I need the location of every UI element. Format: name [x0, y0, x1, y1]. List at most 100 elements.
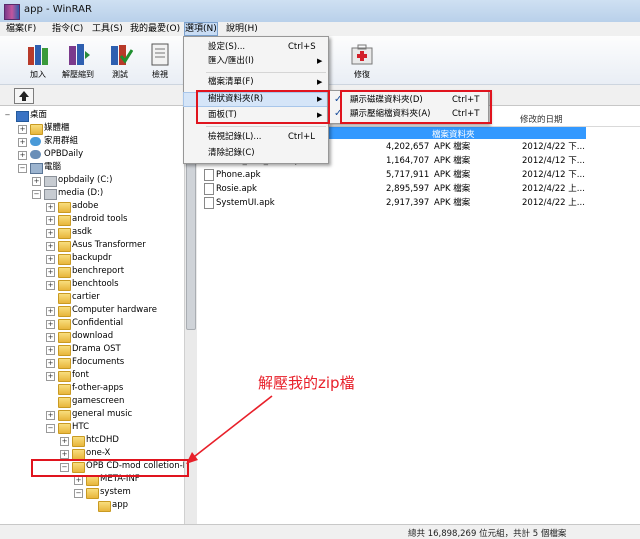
menu-item-settings[interactable]: 設定(S)... Ctrl+S: [184, 41, 328, 54]
library-icon: [30, 124, 43, 135]
folder-icon: [86, 488, 99, 499]
tree-expand-icon: +: [46, 411, 55, 420]
up-arrow-icon: [19, 91, 29, 101]
tree-expand-icon: +: [18, 151, 27, 160]
repair-button-label: 修復: [354, 70, 370, 79]
tree-expand-icon: +: [46, 307, 55, 316]
tree-expand-icon: +: [46, 242, 55, 251]
books-extract-icon: [65, 41, 91, 67]
tree-expand-icon: +: [18, 125, 27, 134]
view-button-label: 檢視: [152, 70, 168, 79]
drive-icon: [44, 189, 57, 200]
folder-icon: [58, 267, 71, 278]
tree-expand-icon: +: [46, 255, 55, 264]
tree-expand-icon: +: [46, 333, 55, 342]
book-view-icon: [147, 41, 173, 67]
drive-icon: [44, 176, 57, 187]
folder-icon: [58, 306, 71, 317]
folder-icon: [58, 293, 71, 304]
tree-expand-icon: +: [46, 216, 55, 225]
folder-icon: [98, 501, 111, 512]
folder-icon: [58, 241, 71, 252]
highlight-box-menu: [196, 90, 330, 124]
menu-item-import-export[interactable]: 匯入/匯出(I) ▶: [184, 55, 328, 68]
folder-icon: [58, 410, 71, 421]
extract-to-button-label: 解壓縮到: [62, 70, 94, 79]
tree-collapse-icon: −: [18, 164, 27, 173]
menu-item-view-log[interactable]: 檢視記錄(L)... Ctrl+L: [184, 131, 328, 144]
table-row[interactable]: Rosie.apk 2,895,597 APK 檔案 2012/4/22 上..…: [200, 183, 640, 196]
tree-expand-icon: +: [60, 437, 69, 446]
menu-help[interactable]: 說明(H): [226, 23, 258, 35]
add-button[interactable]: 加入: [16, 39, 60, 81]
folder-icon: [58, 280, 71, 291]
tree-expand-icon: +: [46, 229, 55, 238]
tree-expand-icon: +: [32, 177, 41, 186]
menu-file[interactable]: 檔案(F): [6, 23, 36, 35]
table-row[interactable]: SystemUI.apk 2,917,397 APK 檔案 2012/4/22 …: [200, 197, 640, 210]
folder-icon: [72, 436, 85, 447]
folder-icon: [58, 345, 71, 356]
submenu-arrow-icon: ▶: [317, 57, 323, 65]
annotation-arrow-icon: [186, 395, 273, 464]
tree-expand-icon: +: [46, 346, 55, 355]
folder-icon: [58, 358, 71, 369]
apk-file-icon: [204, 197, 214, 209]
folder-icon: [58, 228, 71, 239]
tree-expand-icon: +: [46, 203, 55, 212]
tree-collapse-icon: −: [74, 489, 83, 498]
first-aid-kit-icon: [349, 41, 375, 67]
repair-button[interactable]: 修復: [340, 39, 384, 81]
folder-icon: [58, 371, 71, 382]
desktop-icon: [16, 111, 29, 122]
tree-expand-icon: +: [46, 320, 55, 329]
highlight-box-submenu: [340, 90, 492, 124]
tree-expand-icon: +: [74, 476, 83, 485]
submenu-arrow-icon: ▶: [317, 78, 323, 86]
folder-icon: [58, 423, 71, 434]
menu-favorites[interactable]: 我的最愛(O): [130, 23, 180, 35]
menu-separator: [206, 72, 326, 73]
tree-expand-icon: +: [46, 372, 55, 381]
menu-options[interactable]: 選項(N): [184, 22, 218, 36]
menu-tools[interactable]: 工具(S): [92, 23, 123, 35]
menu-item-clear-log[interactable]: 清除記錄(C): [184, 147, 328, 160]
winrar-app-icon: [4, 4, 20, 20]
user-icon: [30, 150, 41, 159]
folder-icon: [58, 332, 71, 343]
tree-expand-icon: +: [60, 450, 69, 459]
up-folder-button[interactable]: [14, 88, 34, 104]
title-bar: [0, 0, 640, 23]
books-add-icon: [25, 41, 51, 67]
tree-collapse-icon: −: [46, 424, 55, 433]
homegroup-icon: [30, 137, 41, 146]
tree-collapse-icon: −: [32, 190, 41, 199]
folder-icon: [58, 319, 71, 330]
highlight-box-tree-item: [31, 459, 189, 477]
tree-expand-icon: +: [46, 268, 55, 277]
status-text: 總共 16,898,269 位元組，共計 5 個檔案: [408, 529, 567, 539]
folder-icon: [58, 397, 71, 408]
view-button[interactable]: 檢視: [138, 39, 182, 81]
test-button[interactable]: 測試: [98, 39, 142, 81]
menu-separator: [206, 126, 326, 127]
menu-item-file-list[interactable]: 檔案清單(F) ▶: [184, 76, 328, 89]
tree-collapse-icon: −: [4, 111, 11, 119]
menu-bar: 檔案(F) 指令(C) 工具(S) 我的最愛(O) 選項(N) 說明(H): [0, 22, 640, 37]
menu-commands[interactable]: 指令(C): [52, 23, 83, 35]
window-title: app - WinRAR: [24, 4, 92, 15]
apk-file-icon: [204, 183, 214, 195]
tree-expand-icon: +: [18, 138, 27, 147]
folder-icon: [58, 254, 71, 265]
tree-expand-icon: +: [46, 359, 55, 368]
folder-icon: [58, 202, 71, 213]
tree-expand-icon: +: [46, 281, 55, 290]
add-button-label: 加入: [30, 70, 46, 79]
test-button-label: 測試: [112, 70, 128, 79]
column-modified-header[interactable]: 修改的日期: [520, 113, 563, 125]
table-row[interactable]: Phone.apk 5,717,911 APK 檔案 2012/4/12 下..…: [200, 169, 640, 182]
books-test-icon: [107, 41, 134, 67]
extract-to-button[interactable]: 解壓縮到: [56, 39, 100, 81]
apk-file-icon: [204, 169, 214, 181]
computer-icon: [30, 163, 43, 174]
